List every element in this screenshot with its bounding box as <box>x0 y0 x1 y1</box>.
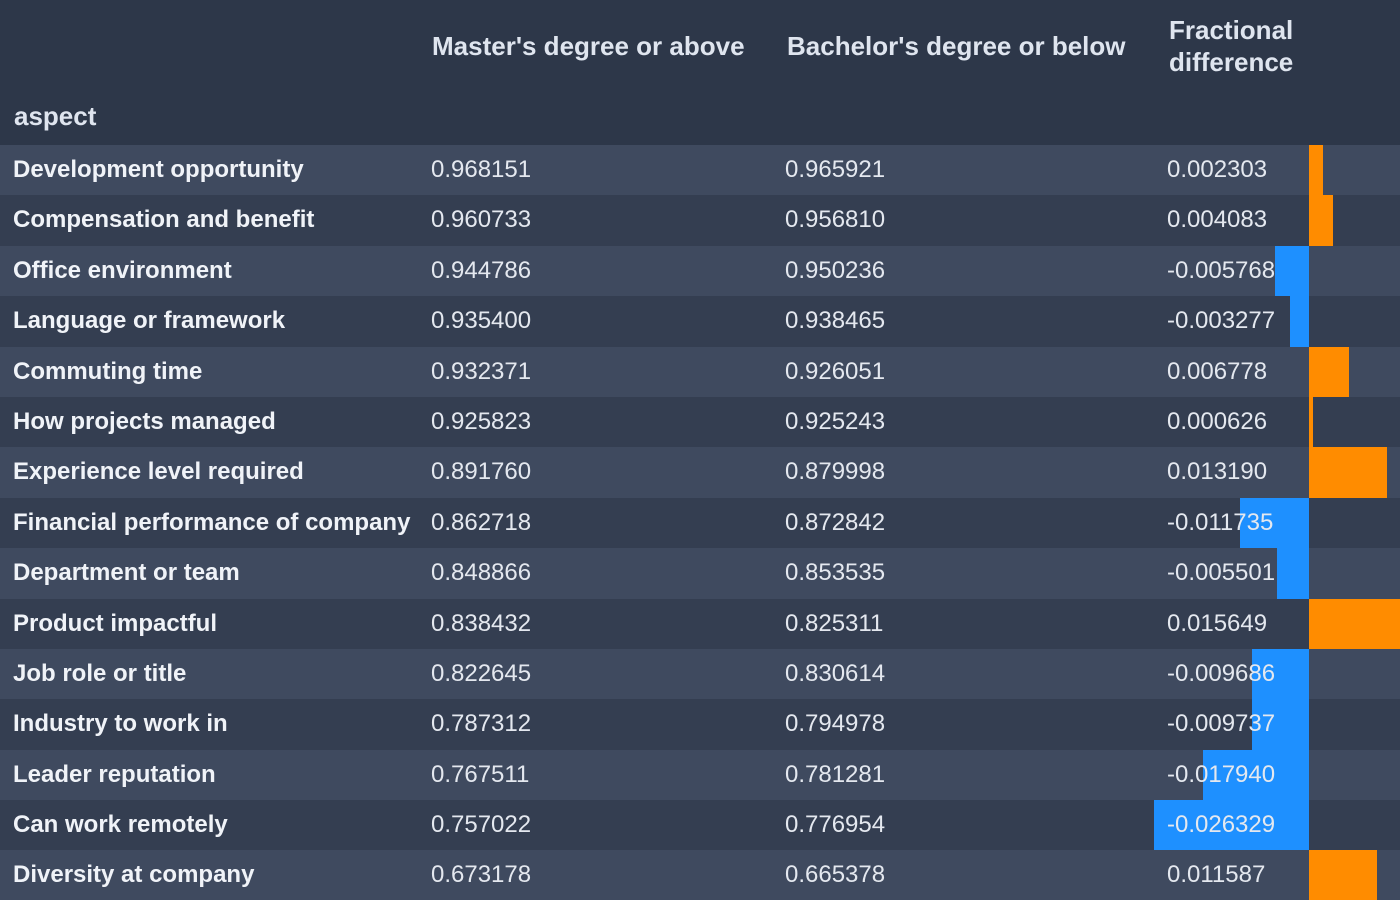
bachelors-value-cell: 0.950236 <box>785 256 886 284</box>
fractional-difference-cell: 0.000626 <box>1167 407 1268 435</box>
aspect-cell: Job role or title <box>13 659 187 687</box>
positive-difference-bar <box>1309 195 1334 246</box>
masters-value-cell: 0.673178 <box>431 861 532 889</box>
masters-value-cell: 0.787312 <box>431 710 532 738</box>
bachelors-value-cell: 0.965921 <box>785 156 886 183</box>
masters-value-cell: 0.960733 <box>431 206 532 234</box>
aspect-cell: Industry to work in <box>13 710 228 738</box>
bachelors-value-cell: 0.794978 <box>785 710 886 738</box>
negative-difference-bar <box>1276 548 1309 599</box>
bachelors-value-cell: 0.830614 <box>785 659 886 687</box>
fractional-difference-cell: -0.009686 <box>1167 659 1276 687</box>
aspect-cell: Language or framework <box>13 307 286 335</box>
masters-value-cell: 0.932371 <box>431 357 532 385</box>
aspect-cell: Can work remotely <box>13 811 228 839</box>
masters-value-cell: 0.767511 <box>431 760 530 788</box>
table-row: Department or team 0.848866 0.853535 -0.005… <box>0 548 1400 599</box>
masters-value-cell: 0.968151 <box>431 156 532 183</box>
bachelors-value-cell: 0.926051 <box>785 357 886 385</box>
fractional-difference-cell: -0.026329 <box>1167 811 1276 839</box>
positive-difference-bar <box>1309 598 1400 649</box>
table-row: Industry to work in 0.787312 0.794978 -0.00… <box>0 699 1400 750</box>
header-fractional-difference-line2: difference <box>1169 47 1294 77</box>
masters-value-cell: 0.925823 <box>431 407 532 435</box>
fractional-difference-cell: 0.013190 <box>1167 458 1268 486</box>
fractional-difference-cell: -0.003277 <box>1167 307 1276 335</box>
masters-value-cell: 0.862718 <box>431 508 532 536</box>
header-fractional-difference-line1: Fractional <box>1169 15 1294 45</box>
table-row: Commuting time 0.932371 0.926051 0.006778 <box>0 346 1400 397</box>
fractional-difference-cell: -0.005768 <box>1167 256 1276 284</box>
bachelors-value-cell: 0.825311 <box>785 609 884 637</box>
table-row: How projects managed 0.925823 0.925243 0.00… <box>0 396 1400 448</box>
table-row: Language or framework 0.935400 0.938465 -0.… <box>0 296 1400 347</box>
table-row: Financial performance of company 0.862718… <box>0 497 1400 549</box>
bachelors-value-cell: 0.776954 <box>785 811 886 839</box>
fractional-difference-cell: 0.015649 <box>1167 609 1268 637</box>
masters-value-cell: 0.838432 <box>431 609 532 637</box>
table-row: Job role or title 0.822645 0.830614 -0.0096… <box>0 648 1400 700</box>
header-masters: Master's degree or above <box>432 31 745 61</box>
table-row: Diversity at company 0.673178 0.665378 0.01… <box>0 850 1400 900</box>
table-row: Office environment 0.944786 0.950236 -0.005… <box>0 245 1400 297</box>
masters-value-cell: 0.822645 <box>431 659 532 687</box>
table-header: aspect Master's degree or above Bachelor… <box>0 0 1400 145</box>
fractional-difference-cell: 0.006778 <box>1167 357 1268 385</box>
fractional-difference-cell: -0.009737 <box>1167 710 1276 738</box>
aspect-cell: Department or team <box>13 559 240 587</box>
positive-difference-bar <box>1309 447 1387 498</box>
masters-value-cell: 0.944786 <box>431 256 532 284</box>
negative-difference-bar <box>1274 245 1309 297</box>
aspect-cell: Office environment <box>13 256 232 284</box>
aspect-cell: Financial performance of company <box>13 508 411 536</box>
bachelors-value-cell: 0.938465 <box>785 307 886 335</box>
bachelors-value-cell: 0.956810 <box>785 206 886 234</box>
fractional-difference-cell: 0.002303 <box>1167 156 1268 183</box>
masters-value-cell: 0.935400 <box>431 307 532 335</box>
aspect-cell: Experience level required <box>13 458 304 486</box>
header-aspect: aspect <box>14 101 97 131</box>
masters-value-cell: 0.757022 <box>431 811 532 839</box>
table-row: Leader reputation 0.767511 0.781281 -0.0179… <box>0 749 1400 801</box>
table-body: Development opportunity 0.968151 0.965921 0… <box>0 145 1400 900</box>
table-row: Experience level required 0.891760 0.87999… <box>0 447 1400 498</box>
positive-difference-bar <box>1309 396 1313 448</box>
bachelors-value-cell: 0.925243 <box>785 407 886 435</box>
aspect-cell: Development opportunity <box>13 156 304 183</box>
fractional-difference-cell: 0.011587 <box>1167 861 1266 889</box>
table-row: Can work remotely 0.757022 0.776954 -0.0263… <box>0 800 1400 851</box>
header-bachelors: Bachelor's degree or below <box>787 31 1126 61</box>
masters-value-cell: 0.891760 <box>431 458 532 486</box>
positive-difference-bar <box>1309 145 1323 196</box>
table-row: Compensation and benefit 0.960733 0.956810… <box>0 195 1400 246</box>
bachelors-value-cell: 0.872842 <box>785 508 886 536</box>
bachelors-value-cell: 0.879998 <box>785 458 886 486</box>
aspect-cell: Product impactful <box>13 609 218 637</box>
aspect-cell: Compensation and benefit <box>13 206 315 234</box>
aspect-cell: Commuting time <box>13 357 203 385</box>
positive-difference-bar <box>1309 346 1349 397</box>
bachelors-value-cell: 0.781281 <box>785 760 886 788</box>
negative-difference-bar <box>1289 296 1309 347</box>
fractional-difference-cell: 0.004083 <box>1167 206 1268 234</box>
bachelors-value-cell: 0.665378 <box>785 861 886 889</box>
fractional-difference-cell: -0.005501 <box>1167 559 1276 587</box>
positive-difference-bar <box>1309 850 1378 900</box>
fractional-difference-cell: -0.011735 <box>1167 508 1274 536</box>
aspect-cell: Diversity at company <box>13 861 255 889</box>
masters-value-cell: 0.848866 <box>431 559 532 587</box>
table-row: Development opportunity 0.968151 0.965921 0… <box>0 145 1400 196</box>
styled-table: aspect Master's degree or above Bachelor… <box>0 0 1400 900</box>
table-row: Product impactful 0.838432 0.825311 0.01564… <box>0 598 1400 649</box>
aspect-cell: Leader reputation <box>13 760 216 788</box>
fractional-difference-cell: -0.017940 <box>1167 760 1276 788</box>
aspect-cell: How projects managed <box>13 407 276 435</box>
bachelors-value-cell: 0.853535 <box>785 559 886 587</box>
